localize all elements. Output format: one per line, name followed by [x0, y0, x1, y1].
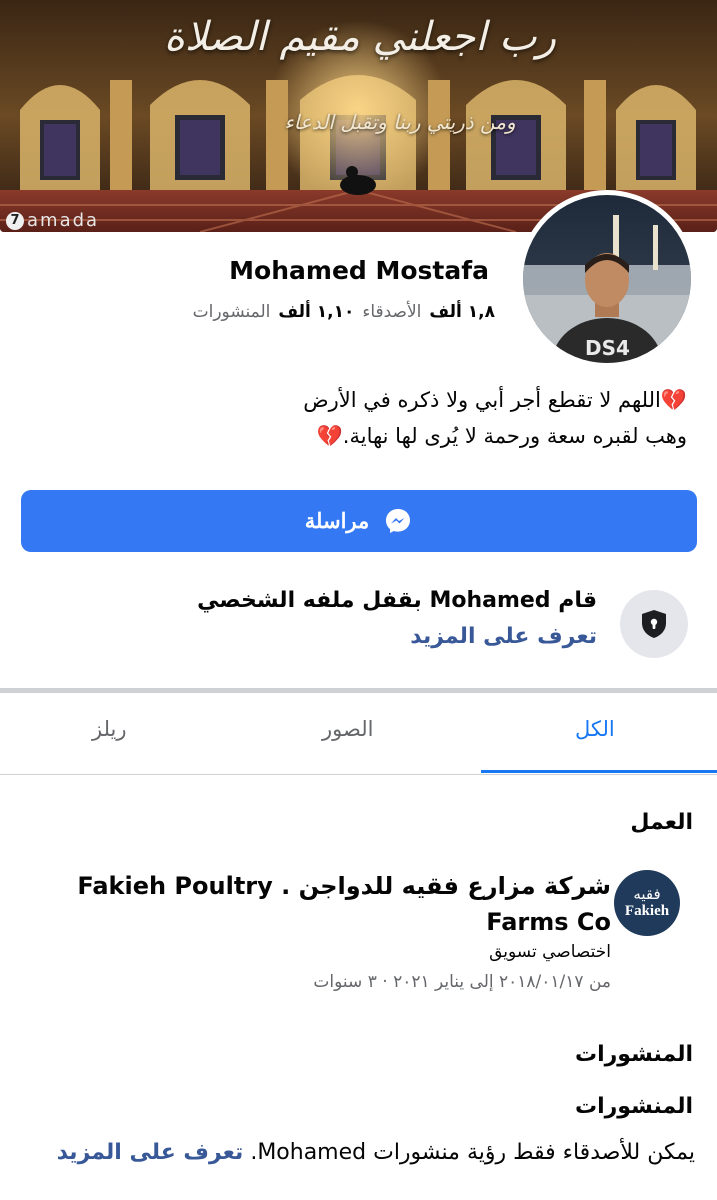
- company-logo-arabic: فقيه: [633, 885, 661, 903]
- tab-photos[interactable]: الصور: [322, 717, 373, 741]
- learn-more-link[interactable]: تعرف على المزيد: [410, 624, 597, 649]
- message-button[interactable]: مراسلة: [21, 490, 697, 552]
- posts-privacy-notice: يمكن للأصدقاء فقط رؤية منشورات Mohamed. …: [55, 1136, 695, 1170]
- active-tab-indicator: [481, 770, 717, 773]
- messenger-icon: [386, 509, 411, 533]
- shield-lock-icon: [620, 590, 688, 658]
- profile-bio: 💔اللهم لا تقطع أجر أبي ولا ذكره في الأرض…: [127, 382, 687, 454]
- svg-text:DS4: DS4: [585, 336, 630, 360]
- friends-link[interactable]: الأصدقاء: [362, 302, 421, 322]
- friends-count: ١,٨ ألف: [429, 302, 495, 322]
- profile-photo-image: DS4: [523, 195, 691, 363]
- profile-avatar[interactable]: DS4: [518, 190, 696, 368]
- profile-tabs: ريلز الصور الكل: [0, 693, 717, 775]
- job-title: اختصاصي تسويق: [489, 942, 611, 962]
- tab-all[interactable]: الكل: [575, 717, 615, 741]
- tab-reels[interactable]: ريلز: [92, 717, 127, 741]
- watermark-logo-icon: 7: [6, 211, 24, 230]
- posts-learn-more-link[interactable]: تعرف على المزيد: [57, 1140, 244, 1165]
- cover-watermark: 7 amada: [6, 210, 99, 231]
- profile-name: Mohamed Mostafa: [229, 256, 489, 285]
- cover-calligraphy-subtitle: ومن ذريتي ربنا وتقبل الدعاء: [284, 110, 516, 134]
- company-logo[interactable]: فقيه Fakieh: [614, 870, 680, 936]
- posts-count: ١,١٠ ألف: [278, 302, 355, 322]
- posts-section-title: المنشورات: [574, 1042, 693, 1067]
- company-name-link[interactable]: شركة مزارع فقيه للدواجن . Fakieh Poultry…: [71, 868, 611, 940]
- bio-line: وهب لقبره سعة ورحمة لا يُرى لها نهاية.💔: [316, 424, 687, 448]
- job-dates: من ٢٠١٨/٠١/١٧ إلى يناير ٢٠٢١ · ٣ سنوات: [313, 972, 611, 992]
- bio-line: 💔اللهم لا تقطع أجر أبي ولا ذكره في الأرض: [303, 388, 687, 412]
- profile-stats: ١,٨ ألف الأصدقاء ١,١٠ ألف المنشورات: [193, 302, 495, 322]
- company-logo-english: Fakieh: [624, 903, 670, 919]
- locked-profile-text: قام Mohamed بقفل ملفه الشخصي: [197, 588, 597, 613]
- posts-privacy-text: يمكن للأصدقاء فقط رؤية منشورات Mohamed.: [250, 1140, 695, 1165]
- posts-subtitle: المنشورات: [574, 1094, 693, 1119]
- cover-calligraphy-title: رب اجعلني مقيم الصلاة: [163, 14, 557, 60]
- watermark-text: amada: [27, 210, 100, 231]
- posts-link[interactable]: المنشورات: [193, 302, 271, 322]
- work-section-title: العمل: [630, 810, 693, 835]
- message-button-label: مراسلة: [304, 509, 370, 533]
